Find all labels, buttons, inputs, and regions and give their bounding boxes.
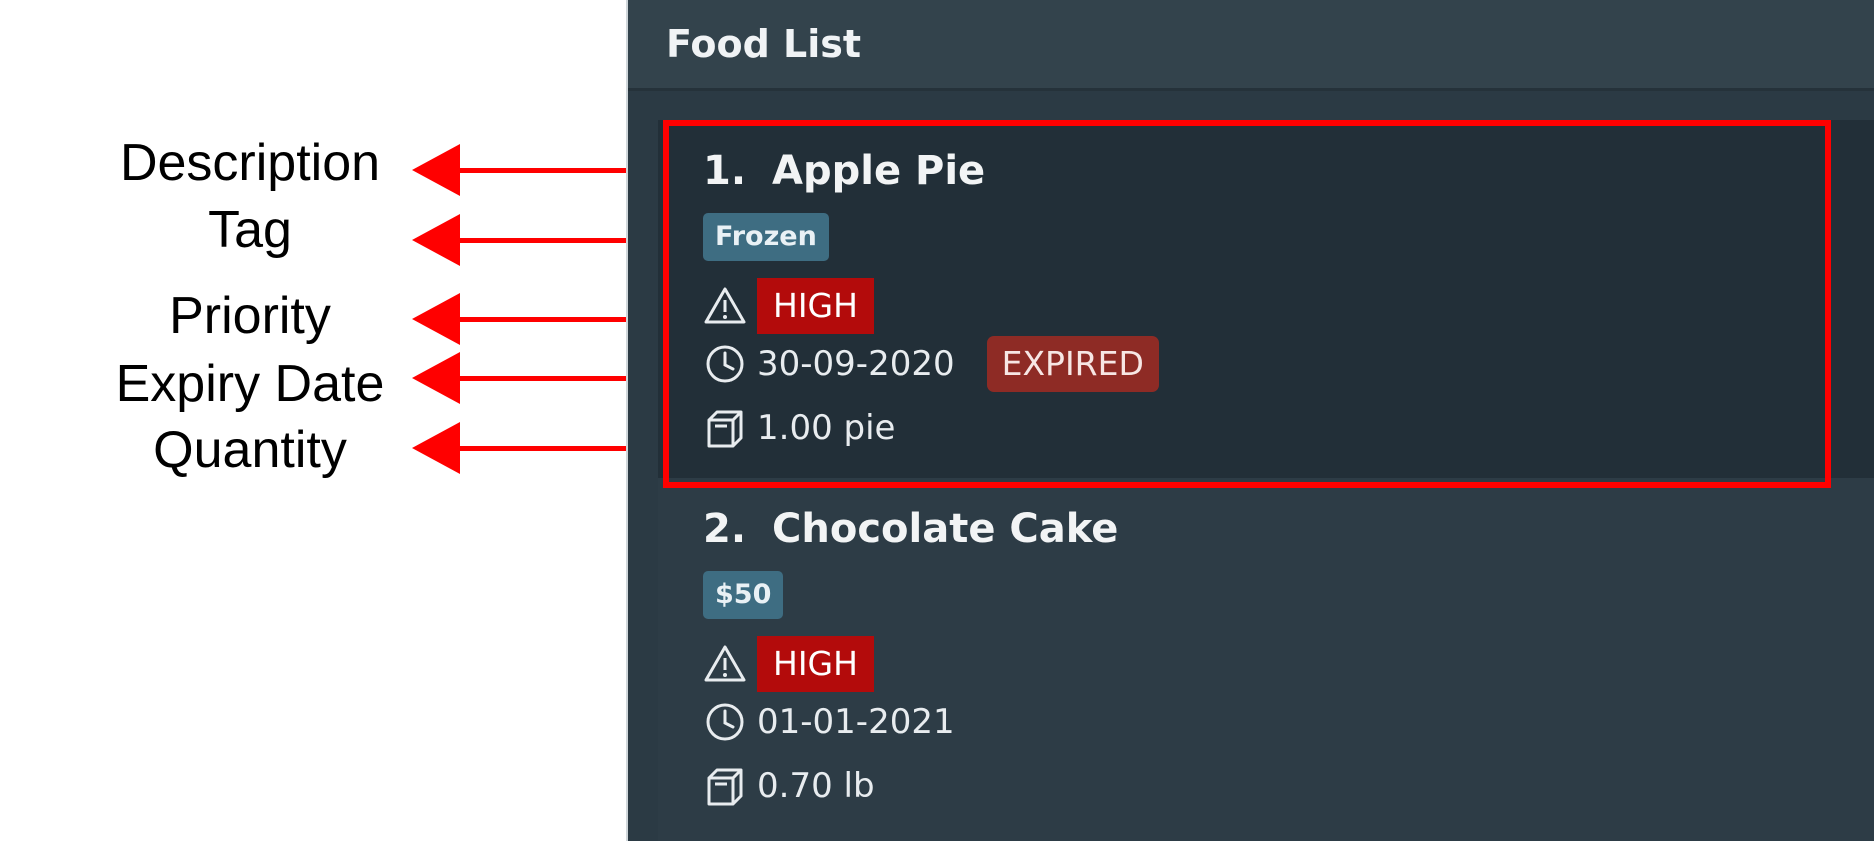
annotation-label-tag: Tag: [208, 201, 292, 259]
annotation-label-priority: Priority: [169, 287, 331, 345]
annotation-label-quantity: Quantity: [153, 421, 347, 479]
quantity-value: 0.70 lb: [757, 766, 875, 806]
expiry-date: 01-01-2021: [757, 702, 955, 742]
food-card[interactable]: 2. Chocolate Cake $50 HIGH 01-01-2021 0.…: [658, 478, 1874, 836]
food-tag: $50: [703, 571, 784, 619]
priority-badge: HIGH: [757, 636, 874, 692]
panel-title: Food List: [666, 22, 862, 66]
expiry-row: 01-01-2021: [703, 694, 955, 750]
clock-icon: [703, 700, 747, 744]
panel-header: Food List: [628, 0, 1874, 91]
priority-row: HIGH: [703, 636, 874, 692]
food-index: 2.: [703, 506, 747, 552]
box-icon: [703, 764, 747, 808]
quantity-row: 0.70 lb: [703, 758, 875, 814]
food-name: Chocolate Cake: [772, 506, 1119, 552]
annotation-label-expiry-date: Expiry Date: [115, 355, 385, 413]
annotation-highlight-box: [663, 120, 1831, 488]
food-description: 2. Chocolate Cake: [703, 506, 1118, 552]
warning-icon: [703, 642, 747, 686]
annotation-label-description: Description: [119, 134, 381, 192]
